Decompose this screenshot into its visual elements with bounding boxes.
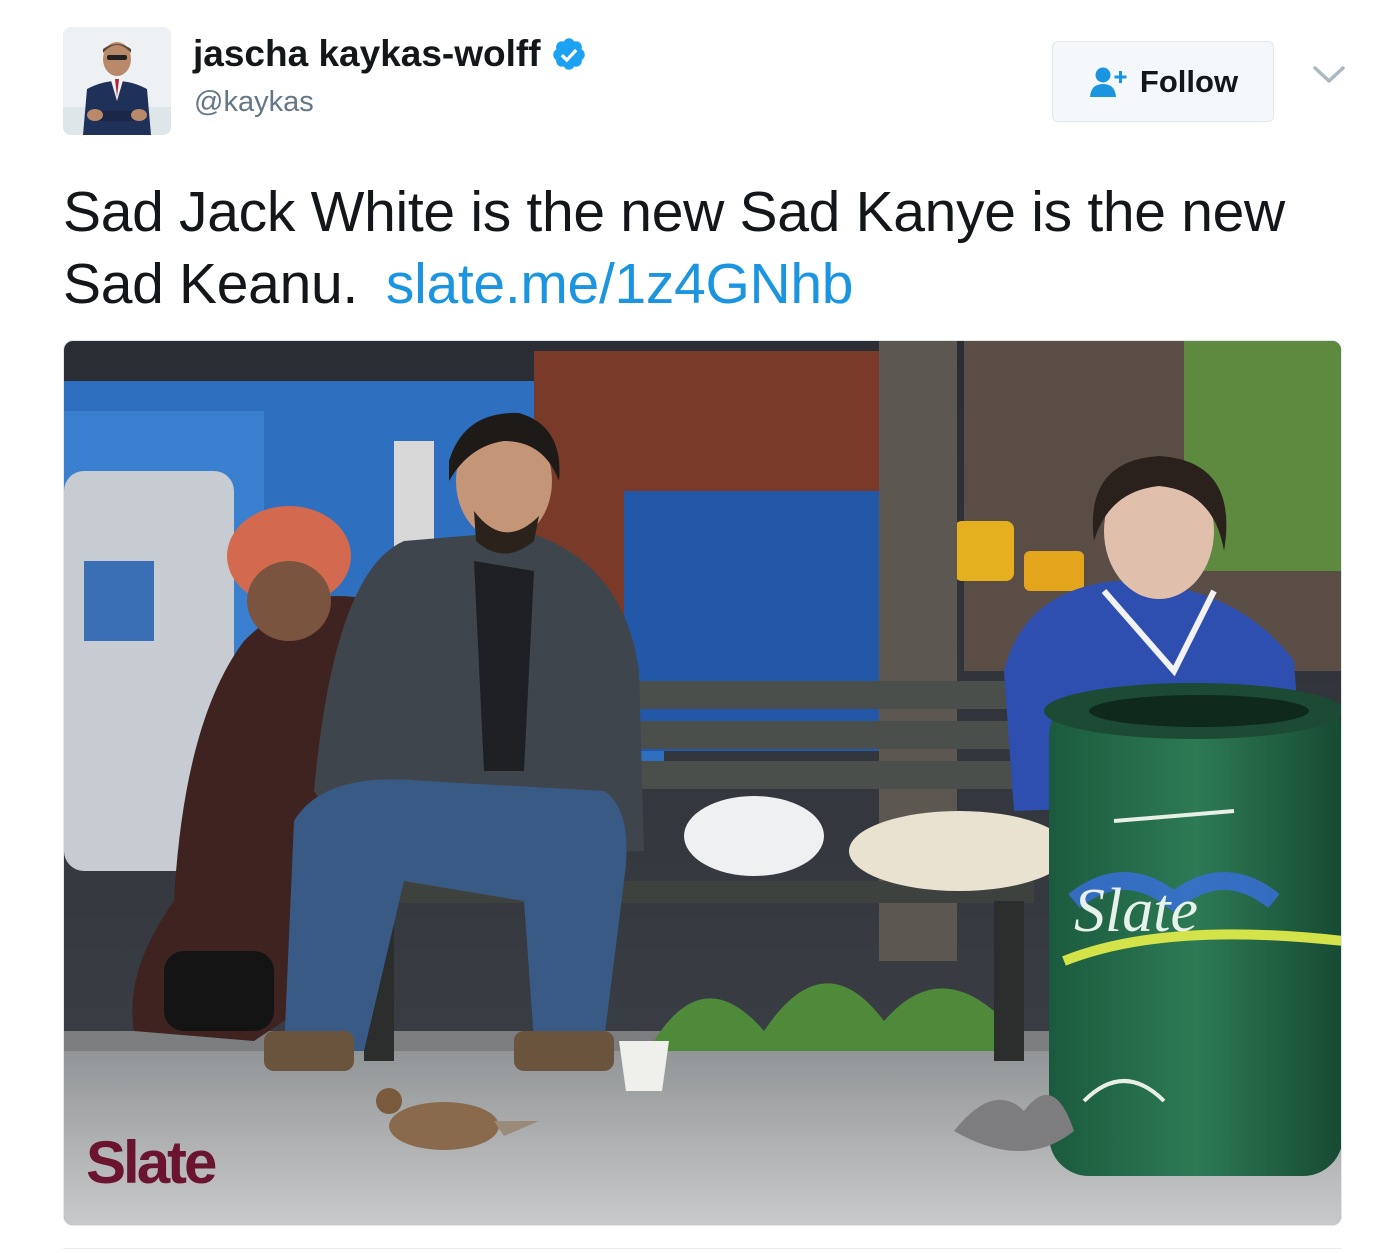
tweet-media-image[interactable]: Slate Slate <box>63 340 1342 1226</box>
verified-badge-icon <box>552 38 585 70</box>
tweet-link[interactable]: slate.me/1z4GNhb <box>386 252 854 316</box>
add-user-icon <box>1089 67 1127 97</box>
graffiti-text: Slate <box>1074 877 1198 945</box>
follow-button-label: Follow <box>1139 63 1239 99</box>
tweet-text: Sad Jack White is the new Sad Kanye is t… <box>63 176 1353 320</box>
author-name-row[interactable]: jascha kaykas-wolff <box>193 33 587 75</box>
tweet-card: jascha kaykas-wolff @kaykas Follow Sad J… <box>0 0 1400 1253</box>
author-handle[interactable]: @kaykas <box>194 86 314 119</box>
avatar-image <box>63 27 171 135</box>
divider <box>63 1248 1342 1249</box>
media-photo: Slate <box>64 341 1341 1225</box>
follow-button[interactable]: Follow <box>1052 41 1274 122</box>
chevron-down-icon[interactable] <box>1312 64 1346 86</box>
slate-watermark: Slate <box>86 1129 217 1196</box>
user-avatar[interactable] <box>63 27 171 135</box>
author-display-name[interactable]: jascha kaykas-wolff <box>193 33 541 75</box>
